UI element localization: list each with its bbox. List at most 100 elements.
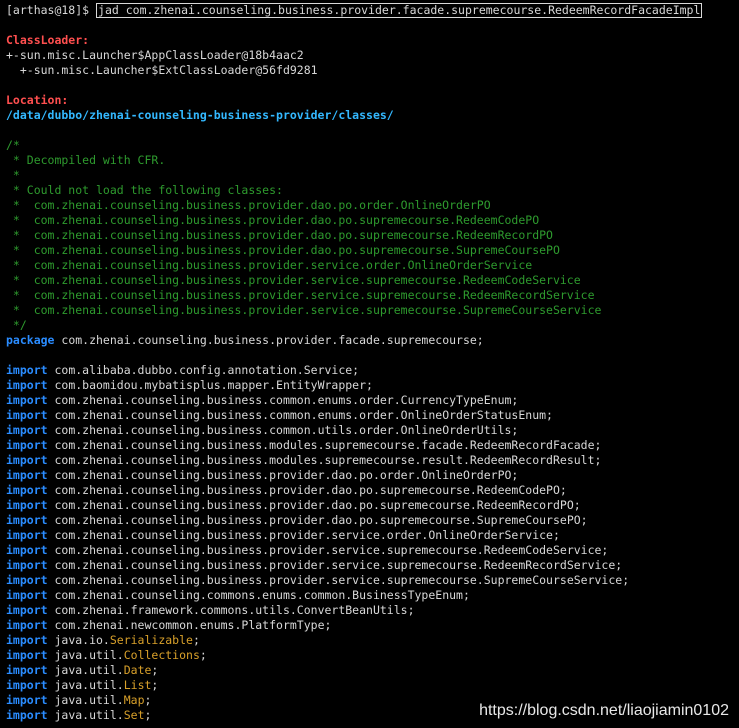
import-keyword: import: [6, 498, 48, 512]
import-keyword: import: [6, 438, 48, 452]
comment-line: * com.zhenai.counseling.business.provide…: [6, 288, 595, 302]
comment-line: * Decompiled with CFR.: [6, 153, 166, 167]
import-keyword: import: [6, 528, 48, 542]
import-statement: import com.zhenai.counseling.business.pr…: [6, 558, 739, 573]
import-name: com.zhenai.framework.commons.utils.Conve…: [47, 603, 415, 617]
import-statement: import com.baomidou.mybatisplus.mapper.E…: [6, 378, 739, 393]
import-keyword: import: [6, 453, 48, 467]
watermark: https://blog.csdn.net/liaojiamin0102: [479, 702, 729, 719]
import-keyword: import: [6, 633, 48, 647]
import-statement: import com.zhenai.counseling.business.co…: [6, 423, 739, 438]
import-statement: import com.zhenai.counseling.business.pr…: [6, 468, 739, 483]
import-class-name: Set: [123, 708, 145, 722]
import-terminator: ;: [151, 678, 159, 692]
import-name: com.zhenai.counseling.business.common.en…: [47, 408, 553, 422]
import-list: import com.alibaba.dubbo.config.annotati…: [6, 363, 739, 723]
import-name: com.baomidou.mybatisplus.mapper.EntityWr…: [47, 378, 373, 392]
import-terminator: ;: [144, 693, 152, 707]
import-keyword: import: [6, 378, 48, 392]
comment-line: * com.zhenai.counseling.business.provide…: [6, 258, 533, 272]
import-keyword: import: [6, 483, 48, 497]
import-name: com.zhenai.counseling.commons.enums.comm…: [47, 588, 470, 602]
import-keyword: import: [6, 573, 48, 587]
import-keyword: import: [6, 423, 48, 437]
import-statement: import com.zhenai.counseling.business.pr…: [6, 543, 739, 558]
import-statement: import java.util.Collections;: [6, 648, 739, 663]
location-path: /data/dubbo/zhenai-counseling-business-p…: [6, 108, 394, 122]
comment-line: * com.zhenai.counseling.business.provide…: [6, 228, 553, 242]
import-keyword: import: [6, 393, 48, 407]
import-keyword: import: [6, 513, 48, 527]
location-label: Location:: [6, 93, 69, 107]
import-class-name: Serializable: [109, 633, 193, 647]
import-statement: import com.zhenai.counseling.business.pr…: [6, 513, 739, 528]
shell-prompt: [arthas@18]$: [6, 3, 90, 17]
import-keyword: import: [6, 468, 48, 482]
import-statement: import com.zhenai.newcommon.enums.Platfo…: [6, 618, 739, 633]
import-name: com.zhenai.counseling.business.common.ut…: [47, 423, 519, 437]
package-keyword: package: [6, 333, 55, 347]
import-statement: import com.zhenai.counseling.commons.enu…: [6, 588, 739, 603]
command-input[interactable]: jad com.zhenai.counseling.business.provi…: [96, 3, 703, 18]
import-name: com.zhenai.counseling.business.common.en…: [47, 393, 519, 407]
import-class-name: Date: [123, 663, 152, 677]
comment-line: */: [6, 318, 27, 332]
import-terminator: ;: [144, 708, 152, 722]
classloader-line: +-sun.misc.Launcher$ExtClassLoader@56fd9…: [6, 63, 318, 77]
import-class-name: Map: [123, 693, 145, 707]
import-statement: import com.zhenai.counseling.business.co…: [6, 408, 739, 423]
import-name: com.zhenai.counseling.business.provider.…: [47, 468, 519, 482]
import-keyword: import: [6, 603, 48, 617]
comment-line: * Could not load the following classes:: [6, 183, 283, 197]
comment-line: * com.zhenai.counseling.business.provide…: [6, 198, 491, 212]
import-name: com.alibaba.dubbo.config.annotation.Serv…: [47, 363, 360, 377]
import-keyword: import: [6, 663, 48, 677]
import-name: com.zhenai.counseling.business.provider.…: [47, 558, 623, 572]
import-statement: import java.util.List;: [6, 678, 739, 693]
import-name: java.util.: [47, 663, 124, 677]
import-keyword: import: [6, 588, 48, 602]
import-name: java.util.: [47, 708, 124, 722]
import-keyword: import: [6, 363, 48, 377]
import-name: java.util.: [47, 693, 124, 707]
comment-line: * com.zhenai.counseling.business.provide…: [6, 243, 560, 257]
classloader-label: ClassLoader:: [6, 33, 90, 47]
comment-line: *: [6, 168, 20, 182]
import-terminator: ;: [151, 663, 159, 677]
import-name: java.io.: [47, 633, 110, 647]
import-name: com.zhenai.counseling.business.provider.…: [47, 498, 581, 512]
comment-line: * com.zhenai.counseling.business.provide…: [6, 303, 602, 317]
command-line: [arthas@18]$ jad com.zhenai.counseling.b…: [6, 3, 739, 18]
import-statement: import com.zhenai.counseling.business.mo…: [6, 453, 739, 468]
import-keyword: import: [6, 708, 48, 722]
package-name: com.zhenai.counseling.business.provider.…: [54, 333, 484, 347]
terminal-window[interactable]: [arthas@18]$ jad com.zhenai.counseling.b…: [0, 0, 739, 728]
import-terminator: ;: [199, 648, 207, 662]
import-class-name: Collections: [123, 648, 200, 662]
comment-line: * com.zhenai.counseling.business.provide…: [6, 273, 581, 287]
import-keyword: import: [6, 558, 48, 572]
import-name: com.zhenai.counseling.business.provider.…: [47, 513, 588, 527]
import-keyword: import: [6, 648, 48, 662]
import-keyword: import: [6, 693, 48, 707]
import-name: java.util.: [47, 648, 124, 662]
import-statement: import com.zhenai.counseling.business.pr…: [6, 573, 739, 588]
import-keyword: import: [6, 408, 48, 422]
import-keyword: import: [6, 678, 48, 692]
import-statement: import java.util.Date;: [6, 663, 739, 678]
import-statement: import com.zhenai.counseling.business.pr…: [6, 498, 739, 513]
import-class-name: List: [123, 678, 152, 692]
import-name: java.util.: [47, 678, 124, 692]
comment-line: /*: [6, 138, 20, 152]
import-keyword: import: [6, 543, 48, 557]
import-statement: import com.zhenai.counseling.business.mo…: [6, 438, 739, 453]
import-keyword: import: [6, 618, 48, 632]
package-declaration: package com.zhenai.counseling.business.p…: [6, 333, 739, 348]
import-name: com.zhenai.counseling.business.provider.…: [47, 528, 560, 542]
decompiled-comment-block: /* * Decompiled with CFR. * * Could not …: [6, 138, 739, 333]
import-statement: import com.alibaba.dubbo.config.annotati…: [6, 363, 739, 378]
classloader-line: +-sun.misc.Launcher$AppClassLoader@18b4a…: [6, 48, 304, 62]
comment-line: * com.zhenai.counseling.business.provide…: [6, 213, 540, 227]
